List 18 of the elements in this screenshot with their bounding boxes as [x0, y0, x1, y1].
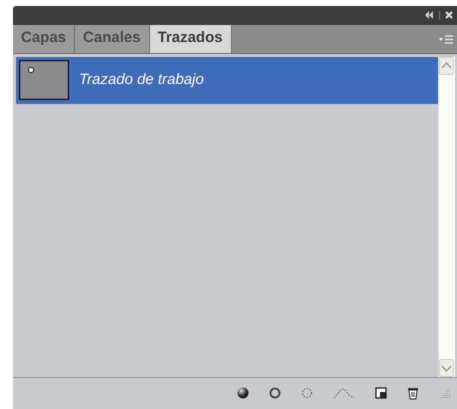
work-path-icon[interactable] — [333, 387, 355, 400]
path-thumbnail — [19, 60, 69, 100]
panel-menu-icon[interactable] — [439, 34, 453, 44]
scroll-up-icon[interactable] — [439, 56, 454, 75]
tab[interactable]: Canales — [75, 24, 150, 53]
selection-icon[interactable] — [301, 387, 313, 400]
stroke-path-icon[interactable] — [269, 387, 281, 400]
trash-icon[interactable] — [407, 386, 419, 400]
scroll-down-icon[interactable] — [439, 358, 454, 377]
close-icon[interactable] — [445, 11, 453, 20]
tab[interactable]: Trazados — [150, 24, 232, 53]
new-path-icon[interactable] — [375, 387, 387, 400]
fill-path-icon[interactable] — [237, 387, 249, 400]
tab[interactable]: Capas — [13, 24, 76, 53]
path-name: Trazado de trabajo — [79, 70, 204, 90]
scrollbar[interactable] — [438, 56, 455, 377]
collapse-icon[interactable] — [424, 11, 434, 20]
path-row[interactable]: Trazado de trabajo — [16, 56, 438, 104]
